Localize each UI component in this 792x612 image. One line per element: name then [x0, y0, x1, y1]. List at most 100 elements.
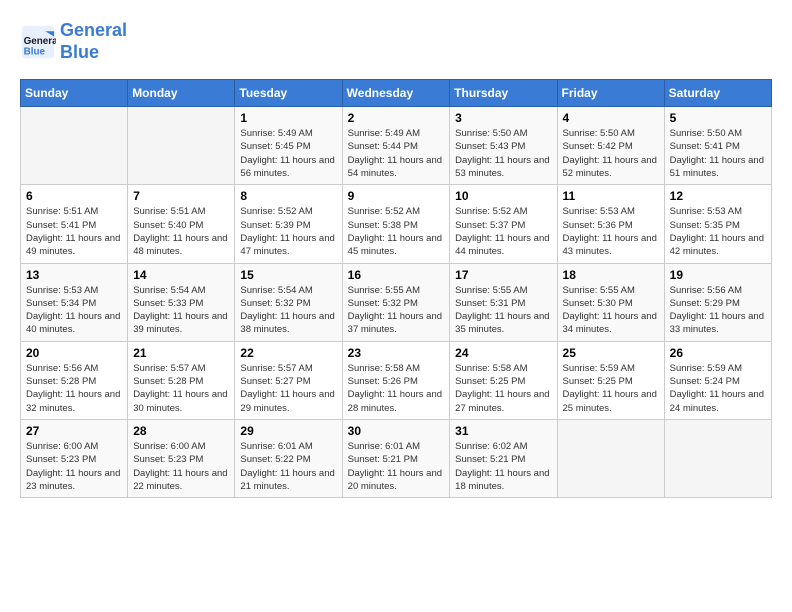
day-number: 7 [133, 189, 229, 203]
day-info: Sunrise: 5:50 AM Sunset: 5:42 PM Dayligh… [563, 127, 659, 180]
day-info: Sunrise: 5:56 AM Sunset: 5:29 PM Dayligh… [670, 284, 766, 337]
day-number: 22 [240, 346, 336, 360]
day-info: Sunrise: 5:54 AM Sunset: 5:33 PM Dayligh… [133, 284, 229, 337]
day-info: Sunrise: 6:01 AM Sunset: 5:22 PM Dayligh… [240, 440, 336, 493]
calendar-day-cell [664, 419, 771, 497]
day-number: 21 [133, 346, 229, 360]
calendar-day-cell: 8 Sunrise: 5:52 AM Sunset: 5:39 PM Daylig… [235, 185, 342, 263]
day-info: Sunrise: 6:02 AM Sunset: 5:21 PM Dayligh… [455, 440, 551, 493]
calendar-day-cell: 21 Sunrise: 5:57 AM Sunset: 5:28 PM Dayli… [128, 341, 235, 419]
day-info: Sunrise: 5:49 AM Sunset: 5:44 PM Dayligh… [348, 127, 445, 180]
svg-text:Blue: Blue [24, 46, 46, 57]
day-info: Sunrise: 5:53 AM Sunset: 5:34 PM Dayligh… [26, 284, 122, 337]
calendar-day-cell [557, 419, 664, 497]
day-number: 31 [455, 424, 551, 438]
day-number: 28 [133, 424, 229, 438]
calendar-day-cell: 30 Sunrise: 6:01 AM Sunset: 5:21 PM Dayli… [342, 419, 450, 497]
day-number: 2 [348, 111, 445, 125]
weekday-header-thursday: Thursday [450, 80, 557, 107]
day-info: Sunrise: 5:52 AM Sunset: 5:38 PM Dayligh… [348, 205, 445, 258]
day-info: Sunrise: 5:53 AM Sunset: 5:35 PM Dayligh… [670, 205, 766, 258]
calendar-day-cell: 1 Sunrise: 5:49 AM Sunset: 5:45 PM Daylig… [235, 107, 342, 185]
day-info: Sunrise: 5:55 AM Sunset: 5:32 PM Dayligh… [348, 284, 445, 337]
day-number: 20 [26, 346, 122, 360]
day-number: 29 [240, 424, 336, 438]
calendar-day-cell: 18 Sunrise: 5:55 AM Sunset: 5:30 PM Dayli… [557, 263, 664, 341]
calendar-day-cell: 3Sunrise: 5:50 AM Sunset: 5:43 PM Daylig… [450, 107, 557, 185]
weekday-header-saturday: Saturday [664, 80, 771, 107]
calendar-day-cell [128, 107, 235, 185]
day-info: Sunrise: 5:50 AM Sunset: 5:41 PM Dayligh… [670, 127, 766, 180]
calendar-day-cell: 26 Sunrise: 5:59 AM Sunset: 5:24 PM Dayli… [664, 341, 771, 419]
day-info: Sunrise: 5:59 AM Sunset: 5:24 PM Dayligh… [670, 362, 766, 415]
weekday-header-row: SundayMondayTuesdayWednesdayThursdayFrid… [21, 80, 772, 107]
calendar-day-cell: 25 Sunrise: 5:59 AM Sunset: 5:25 PM Dayli… [557, 341, 664, 419]
day-info: Sunrise: 5:57 AM Sunset: 5:27 PM Dayligh… [240, 362, 336, 415]
calendar-week-row: 13Sunrise: 5:53 AM Sunset: 5:34 PM Dayli… [21, 263, 772, 341]
day-info: Sunrise: 5:49 AM Sunset: 5:45 PM Dayligh… [240, 127, 336, 180]
day-info: Sunrise: 5:52 AM Sunset: 5:37 PM Dayligh… [455, 205, 551, 258]
day-number: 25 [563, 346, 659, 360]
day-number: 24 [455, 346, 551, 360]
calendar-day-cell: 2 Sunrise: 5:49 AM Sunset: 5:44 PM Daylig… [342, 107, 450, 185]
logo-icon: General Blue [20, 24, 56, 60]
calendar-day-cell: 9Sunrise: 5:52 AM Sunset: 5:38 PM Daylig… [342, 185, 450, 263]
calendar-day-cell [21, 107, 128, 185]
weekday-header-sunday: Sunday [21, 80, 128, 107]
calendar-day-cell: 10Sunrise: 5:52 AM Sunset: 5:37 PM Dayli… [450, 185, 557, 263]
day-number: 15 [240, 268, 336, 282]
calendar-day-cell: 14 Sunrise: 5:54 AM Sunset: 5:33 PM Dayli… [128, 263, 235, 341]
day-number: 4 [563, 111, 659, 125]
calendar-week-row: 27 Sunrise: 6:00 AM Sunset: 5:23 PM Dayli… [21, 419, 772, 497]
day-info: Sunrise: 5:55 AM Sunset: 5:30 PM Dayligh… [563, 284, 659, 337]
calendar-day-cell: 27 Sunrise: 6:00 AM Sunset: 5:23 PM Dayli… [21, 419, 128, 497]
calendar-day-cell: 13Sunrise: 5:53 AM Sunset: 5:34 PM Dayli… [21, 263, 128, 341]
calendar-week-row: 1 Sunrise: 5:49 AM Sunset: 5:45 PM Daylig… [21, 107, 772, 185]
day-info: Sunrise: 6:00 AM Sunset: 5:23 PM Dayligh… [26, 440, 122, 493]
day-info: Sunrise: 5:53 AM Sunset: 5:36 PM Dayligh… [563, 205, 659, 258]
day-number: 27 [26, 424, 122, 438]
svg-text:General: General [24, 35, 56, 46]
calendar-day-cell: 20 Sunrise: 5:56 AM Sunset: 5:28 PM Dayli… [21, 341, 128, 419]
weekday-header-tuesday: Tuesday [235, 80, 342, 107]
logo-text: GeneralBlue [60, 20, 127, 63]
day-number: 5 [670, 111, 766, 125]
day-number: 1 [240, 111, 336, 125]
day-number: 23 [348, 346, 445, 360]
calendar-day-cell: 24 Sunrise: 5:58 AM Sunset: 5:25 PM Dayli… [450, 341, 557, 419]
day-info: Sunrise: 5:57 AM Sunset: 5:28 PM Dayligh… [133, 362, 229, 415]
day-number: 18 [563, 268, 659, 282]
calendar-day-cell: 4 Sunrise: 5:50 AM Sunset: 5:42 PM Daylig… [557, 107, 664, 185]
calendar-week-row: 20 Sunrise: 5:56 AM Sunset: 5:28 PM Dayli… [21, 341, 772, 419]
weekday-header-friday: Friday [557, 80, 664, 107]
day-info: Sunrise: 5:58 AM Sunset: 5:25 PM Dayligh… [455, 362, 551, 415]
day-number: 3 [455, 111, 551, 125]
day-number: 26 [670, 346, 766, 360]
calendar-day-cell: 12Sunrise: 5:53 AM Sunset: 5:35 PM Dayli… [664, 185, 771, 263]
calendar-day-cell: 29 Sunrise: 6:01 AM Sunset: 5:22 PM Dayli… [235, 419, 342, 497]
calendar-day-cell: 6Sunrise: 5:51 AM Sunset: 5:41 PM Daylig… [21, 185, 128, 263]
day-number: 30 [348, 424, 445, 438]
calendar-day-cell: 15Sunrise: 5:54 AM Sunset: 5:32 PM Dayli… [235, 263, 342, 341]
day-info: Sunrise: 5:51 AM Sunset: 5:40 PM Dayligh… [133, 205, 229, 258]
day-info: Sunrise: 5:55 AM Sunset: 5:31 PM Dayligh… [455, 284, 551, 337]
day-number: 11 [563, 189, 659, 203]
calendar-day-cell: 17Sunrise: 5:55 AM Sunset: 5:31 PM Dayli… [450, 263, 557, 341]
day-info: Sunrise: 5:58 AM Sunset: 5:26 PM Dayligh… [348, 362, 445, 415]
calendar-day-cell: 19Sunrise: 5:56 AM Sunset: 5:29 PM Dayli… [664, 263, 771, 341]
day-number: 8 [240, 189, 336, 203]
calendar-day-cell: 16Sunrise: 5:55 AM Sunset: 5:32 PM Dayli… [342, 263, 450, 341]
calendar-day-cell: 22 Sunrise: 5:57 AM Sunset: 5:27 PM Dayli… [235, 341, 342, 419]
day-info: Sunrise: 5:56 AM Sunset: 5:28 PM Dayligh… [26, 362, 122, 415]
page-header: General Blue GeneralBlue [20, 20, 772, 63]
day-number: 14 [133, 268, 229, 282]
calendar-week-row: 6Sunrise: 5:51 AM Sunset: 5:41 PM Daylig… [21, 185, 772, 263]
calendar-day-cell: 7 Sunrise: 5:51 AM Sunset: 5:40 PM Daylig… [128, 185, 235, 263]
day-info: Sunrise: 5:51 AM Sunset: 5:41 PM Dayligh… [26, 205, 122, 258]
day-info: Sunrise: 6:00 AM Sunset: 5:23 PM Dayligh… [133, 440, 229, 493]
calendar-day-cell: 5 Sunrise: 5:50 AM Sunset: 5:41 PM Daylig… [664, 107, 771, 185]
day-info: Sunrise: 6:01 AM Sunset: 5:21 PM Dayligh… [348, 440, 445, 493]
calendar-day-cell: 31 Sunrise: 6:02 AM Sunset: 5:21 PM Dayli… [450, 419, 557, 497]
day-info: Sunrise: 5:52 AM Sunset: 5:39 PM Dayligh… [240, 205, 336, 258]
day-info: Sunrise: 5:59 AM Sunset: 5:25 PM Dayligh… [563, 362, 659, 415]
